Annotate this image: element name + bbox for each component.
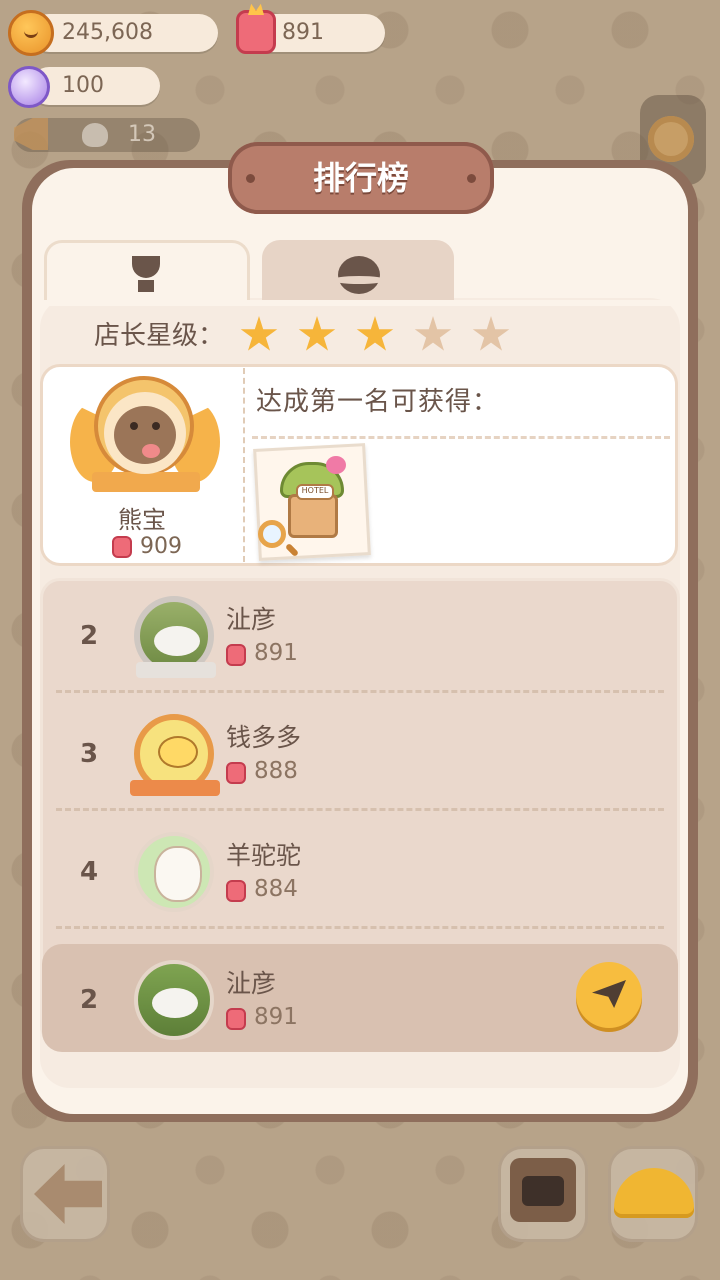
gem-icon xyxy=(226,644,246,666)
gem-icon xyxy=(112,536,132,558)
coin-icon xyxy=(8,10,54,56)
rank-number: 2 xyxy=(80,621,99,651)
crystal-icon xyxy=(8,66,50,108)
notice-count: 13 xyxy=(128,122,156,147)
row-divider xyxy=(56,808,664,811)
row-divider xyxy=(56,690,664,693)
bronze-ribbon xyxy=(130,780,220,796)
player-name: 沚彦 xyxy=(226,605,277,634)
gear-icon[interactable] xyxy=(648,116,694,162)
gem-icon xyxy=(226,880,246,902)
page-title: 排行榜 xyxy=(312,159,409,197)
rank-number: 4 xyxy=(80,857,99,887)
trophy-icon xyxy=(124,256,168,294)
magnifier-icon[interactable] xyxy=(258,520,286,548)
row-divider xyxy=(56,926,664,929)
gem-amount: 891 xyxy=(282,20,324,45)
reward-label: 达成第一名可获得： xyxy=(256,387,500,417)
gem-icon xyxy=(226,1008,246,1030)
hotel-sign: HOTEL xyxy=(296,484,334,500)
list-item[interactable]: 2 沚彦 891 xyxy=(40,578,680,694)
reward-divider xyxy=(252,436,670,439)
gem-icon xyxy=(236,10,276,54)
coin-amount: 245,608 xyxy=(62,20,153,45)
player-name: 羊驼驼 xyxy=(226,841,302,870)
oven-icon[interactable] xyxy=(510,1158,576,1222)
avatar[interactable] xyxy=(104,392,186,474)
first-place-score: 909 xyxy=(140,534,182,559)
player-score: 884 xyxy=(254,876,298,902)
coin-counter[interactable]: 245,608 xyxy=(30,14,218,52)
ghost-icon xyxy=(82,123,108,147)
crystal-amount: 100 xyxy=(62,73,104,98)
share-button[interactable] xyxy=(576,962,642,1028)
planet-icon xyxy=(332,256,386,294)
player-name: 钱多多 xyxy=(226,723,302,752)
player-name: 沚彦 xyxy=(226,969,277,998)
hotel-body xyxy=(288,494,338,538)
tab-strip xyxy=(40,300,686,306)
player-score: 891 xyxy=(254,1004,298,1030)
avatar[interactable] xyxy=(134,960,214,1040)
silver-ribbon xyxy=(136,662,216,678)
list-item[interactable]: 3 钱多多 888 xyxy=(40,696,680,812)
rank-number: 2 xyxy=(80,985,99,1015)
star-level-label: 店长星级： xyxy=(94,321,225,351)
player-score: 891 xyxy=(254,640,298,666)
avatar[interactable] xyxy=(134,832,214,912)
flower-icon xyxy=(326,456,346,474)
gem-icon xyxy=(226,762,246,784)
first-place-name: 熊宝 xyxy=(118,506,166,534)
list-item[interactable]: 4 羊驼驼 884 xyxy=(40,814,680,930)
player-score: 888 xyxy=(254,758,298,784)
rank-number: 3 xyxy=(80,739,99,769)
